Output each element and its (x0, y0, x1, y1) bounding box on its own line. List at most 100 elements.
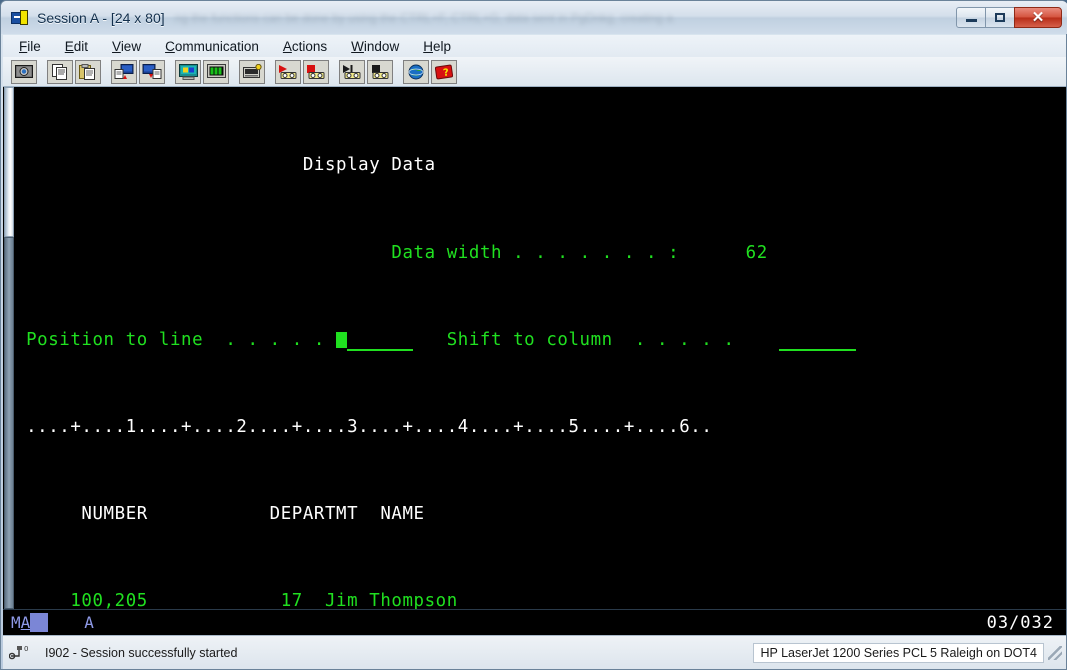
cursor-position: 03/032 (986, 612, 1054, 633)
menu-item-view[interactable]: View (110, 38, 143, 55)
menu-item-actions[interactable]: Actions (281, 38, 329, 55)
color-setup-icon (206, 63, 226, 78)
terminal-row-title: Display Data (15, 155, 1066, 177)
toolbar-separator (267, 60, 275, 84)
menu-item-help[interactable]: Help (421, 38, 453, 55)
system-indicator: MA (11, 613, 31, 632)
terminal-row-position: Position to line . . . . . Shift to colu… (15, 330, 1066, 352)
record-macro-icon-button[interactable] (275, 59, 301, 84)
position-to-line-input[interactable] (347, 334, 414, 351)
position-to-line-label: Position to line . . . . . (15, 329, 325, 350)
toolbar-separator (231, 60, 239, 84)
status-message: I902 - Session successfully started (45, 645, 238, 660)
shift-to-column-input[interactable] (778, 334, 857, 351)
column-header-departmt: DEPARTMT (269, 504, 359, 525)
internet-icon (408, 64, 424, 79)
background-ghost-text: ng the functions can be done by using th… (174, 10, 673, 25)
receive-file-icon (142, 63, 162, 79)
minimize-icon (965, 19, 977, 22)
receive-file-icon-button[interactable] (139, 59, 165, 84)
display-setup-icon (178, 63, 198, 80)
column-header-number: NUMBER (81, 504, 148, 525)
column-ruler: ....+....1....+....2....+....3....+....4… (15, 416, 713, 437)
copy-icon-button[interactable] (47, 59, 73, 84)
play-macro-icon-button[interactable] (339, 59, 365, 84)
terminal-display[interactable]: Display Data Data width . . . . . . . : … (15, 87, 1066, 609)
toolbar-separator (103, 60, 111, 84)
maximize-button[interactable] (985, 6, 1015, 28)
send-file-icon (114, 63, 134, 79)
paste-icon (79, 63, 95, 80)
close-button[interactable]: ✕ (1014, 6, 1062, 28)
toolbar-separator (167, 60, 175, 84)
printer-status: HP LaserJet 1200 Series PCL 5 Raleigh on… (753, 642, 1044, 663)
snapshot-icon (15, 65, 33, 78)
color-setup-icon-button[interactable] (203, 59, 229, 84)
title-bar[interactable]: Session A - [24 x 80] ng the functions c… (1, 1, 1067, 34)
paste-icon-button[interactable] (75, 59, 101, 84)
stop-play-icon-button[interactable] (367, 59, 393, 84)
toolbar-separator (331, 60, 339, 84)
toolbar-separator (395, 60, 403, 84)
status-bar: 0 I902 - Session successfully started HP… (3, 635, 1066, 669)
cell-number: 100,205 (70, 591, 148, 609)
internet-icon-button[interactable] (403, 59, 429, 84)
copy-icon (52, 63, 67, 80)
terminal-row-data-width: Data width . . . . . . . : 62 (15, 243, 1066, 265)
column-header-name: NAME (380, 504, 425, 525)
close-icon: ✕ (1031, 8, 1045, 26)
shift-to-column-label: Shift to column . . . . . (446, 329, 735, 350)
play-macro-icon (343, 64, 361, 79)
svg-text:0: 0 (24, 645, 28, 653)
send-file-icon-button[interactable] (111, 59, 137, 84)
screen-scroll-rail[interactable] (3, 87, 15, 609)
data-width-gap (679, 243, 745, 263)
session-icon (11, 9, 29, 26)
window-title: Session A - [24 x 80] (37, 9, 165, 26)
maximize-icon (995, 12, 1005, 22)
resize-grip[interactable] (1048, 645, 1062, 660)
terminal-row-column-headers: NUMBER DEPARTMT NAME (15, 504, 1066, 526)
operator-information-area: MA A 03/032 (3, 609, 1066, 635)
table-row: 100,205 17 Jim Thompson (15, 591, 1066, 609)
snapshot-icon-button[interactable] (11, 59, 37, 84)
keyboard-setup-icon (242, 63, 262, 78)
help-index-icon-button[interactable]: ? (431, 59, 457, 84)
keyboard-setup-icon-button[interactable] (239, 59, 265, 84)
application-window: Session A - [24 x 80] ng the functions c… (0, 0, 1067, 670)
connection-icon[interactable]: 0 (8, 644, 35, 662)
menu-item-file[interactable]: File (17, 38, 43, 55)
cell-departmt: 17 (280, 591, 303, 609)
help-index-icon: ? (435, 64, 453, 79)
data-width-value: 62 (745, 242, 768, 263)
menu-item-communication[interactable]: Communication (163, 38, 261, 55)
scroll-track[interactable] (4, 237, 14, 609)
cell-name: Jim Thompson (324, 591, 458, 609)
menu-item-edit[interactable]: Edit (63, 38, 90, 55)
display-setup-icon-button[interactable] (175, 59, 201, 84)
menu-bar: File Edit View Communication Actions Win… (3, 35, 1066, 57)
stop-macro-icon (307, 64, 325, 79)
screen-title: Display Data (15, 155, 436, 176)
record-macro-icon (279, 64, 297, 79)
menu-item-window[interactable]: Window (349, 38, 401, 55)
scroll-thumb[interactable] (4, 87, 14, 237)
terminal-screen-area: Display Data Data width . . . . . . . : … (3, 87, 1066, 609)
minimize-button[interactable] (956, 6, 986, 28)
input-inhibit-block (30, 613, 49, 632)
stop-play-icon (372, 64, 389, 79)
window-controls: ✕ (956, 6, 1062, 29)
text-cursor (336, 331, 348, 348)
stop-macro-icon-button[interactable] (303, 59, 329, 84)
data-width-label: Data width . . . . . . . : (15, 242, 680, 263)
toolbar-separator (39, 60, 47, 84)
toolbar: ? (3, 57, 1066, 87)
